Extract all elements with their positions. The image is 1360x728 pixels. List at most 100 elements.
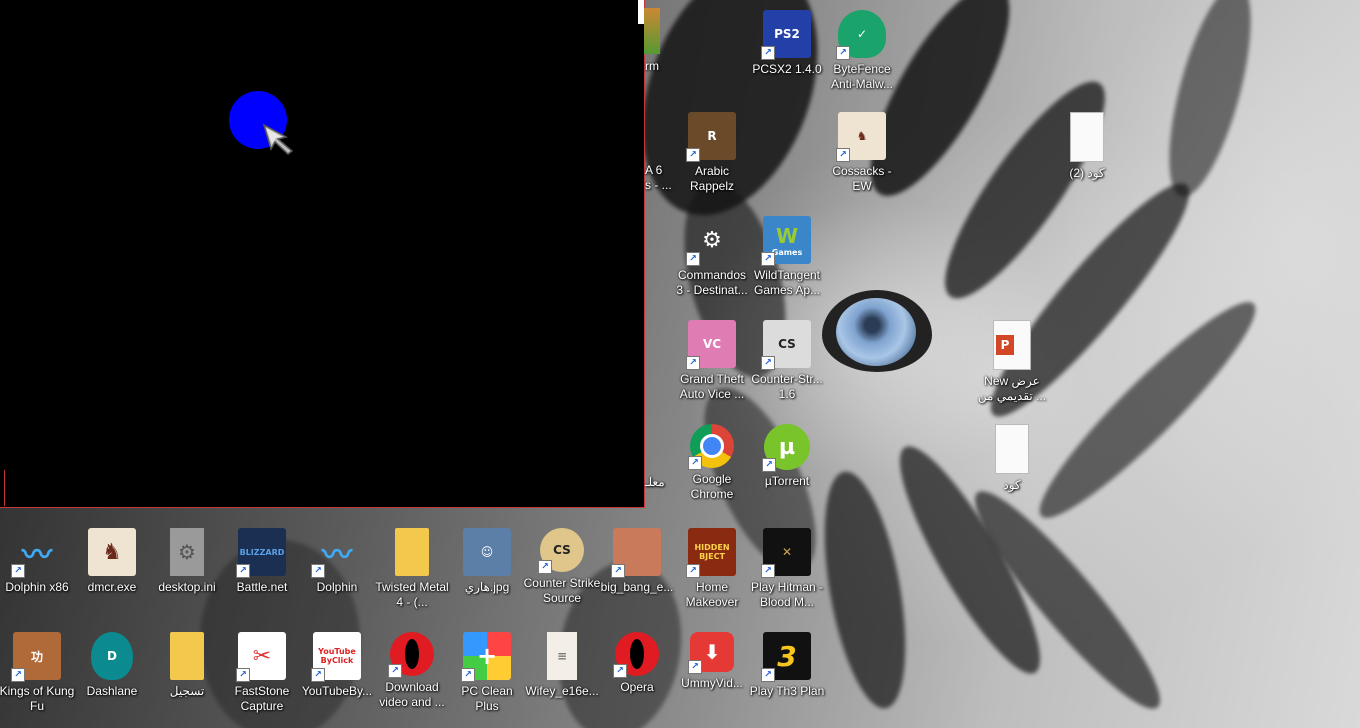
- partial-label-arabic: معلـ: [645, 475, 665, 489]
- folder-icon: [170, 632, 204, 680]
- desktop-icon-home-makeover[interactable]: HIDDEN BJECT ↗ Home Makeover: [673, 528, 751, 610]
- shortcut-arrow-icon: ↗: [686, 564, 700, 578]
- bytefence-shield-icon: ✓ ↗: [836, 10, 886, 60]
- ummy-download-icon: ⬇ ↗: [688, 632, 734, 674]
- cossacks-icon: ♞: [88, 528, 136, 576]
- desktop-icon-battle-net[interactable]: BLIZZARD ↗ Battle.net: [223, 528, 301, 595]
- shortcut-arrow-icon: ↗: [538, 560, 552, 574]
- desktop-icon-counter-strike[interactable]: CS ↗ Counter-Str... 1.6: [748, 320, 826, 402]
- counter-strike-icon: CS ↗: [761, 320, 811, 370]
- desktop-icon-opera[interactable]: ↗ Opera: [598, 632, 676, 695]
- desktop-icon-kings-of-kung-fu[interactable]: 功 ↗ Kings of Kung Fu: [0, 632, 76, 714]
- shortcut-arrow-icon: ↗: [388, 664, 402, 678]
- shortcut-arrow-icon: ↗: [613, 664, 627, 678]
- tiger-eye: [822, 290, 932, 372]
- shortcut-arrow-icon: ↗: [688, 456, 702, 470]
- dolphin-icon: 〰 ↗: [311, 528, 361, 578]
- shortcut-arrow-icon: ↗: [236, 564, 250, 578]
- kung-fu-icon: 功 ↗: [11, 632, 61, 682]
- desktop-icon-tasjeel-folder[interactable]: تسجيل: [148, 632, 226, 699]
- pcsx2-icon: PS2 ↗: [761, 10, 811, 60]
- shortcut-arrow-icon: ↗: [686, 148, 700, 162]
- shortcut-arrow-icon: ↗: [611, 564, 625, 578]
- desktop-icon-cossacks[interactable]: ♞ ↗ Cossacks - EW: [823, 112, 901, 194]
- app-window-canvas[interactable]: [0, 0, 645, 508]
- desktop-icon-powerpoint-file[interactable]: P New عرض تقديمي من ...: [973, 320, 1051, 404]
- gta-vice-city-icon: VC ↗: [686, 320, 736, 370]
- shortcut-arrow-icon: ↗: [762, 458, 776, 472]
- shortcut-arrow-icon: ↗: [686, 356, 700, 370]
- utorrent-icon: µ ↗: [762, 424, 810, 472]
- desktop-icon-hitman[interactable]: ✕ ↗ Play Hitman - Blood M...: [748, 528, 826, 610]
- blank-file-icon: [995, 424, 1029, 474]
- desktop-icon-gta-vice-city[interactable]: VC ↗ Grand Theft Auto Vice ...: [673, 320, 751, 402]
- dolphin-icon: 〰 ↗: [11, 528, 61, 578]
- counter-strike-source-icon: CS ↗: [538, 528, 584, 574]
- shortcut-arrow-icon: ↗: [761, 46, 775, 60]
- desktop-icon-wifey[interactable]: ≡ Wifey_e16e...: [523, 632, 601, 699]
- chrome-icon: ↗: [688, 424, 734, 470]
- commandos-icon: ⚙ ↗: [686, 216, 736, 266]
- shortcut-arrow-icon: ↗: [836, 46, 850, 60]
- partial-label-s: s - ...: [645, 178, 672, 192]
- shortcut-arrow-icon: ↗: [236, 668, 250, 682]
- youtube-byclick-icon: YouTube ByClick ↗: [311, 632, 361, 682]
- th3-plan-icon: 3 ↗: [761, 632, 811, 682]
- desktop-icon-pc-clean-plus[interactable]: + ↗ PC Clean Plus: [448, 632, 526, 714]
- rappelz-icon: R ↗: [686, 112, 736, 162]
- desktop-icon-download-video[interactable]: ↗ Download video and ...: [373, 632, 451, 710]
- blank-file-icon: [1070, 112, 1104, 162]
- shortcut-arrow-icon: ↗: [311, 668, 325, 682]
- shortcut-arrow-icon: ↗: [11, 668, 25, 682]
- desktop-icon-harry-jpg[interactable]: ☺ هاري.jpg: [448, 528, 526, 595]
- desktop-icon-wildtangent[interactable]: W Games ↗ WildTangent Games Ap...: [748, 216, 826, 298]
- desktop-icon-ummy-video[interactable]: ⬇ ↗ UmmyVid...: [673, 632, 751, 691]
- bigbang-image-icon: ↗: [611, 528, 661, 578]
- faststone-icon: ✂ ↗: [236, 632, 286, 682]
- pc-clean-plus-icon: + ↗: [461, 632, 511, 682]
- shortcut-arrow-icon: ↗: [686, 252, 700, 266]
- shortcut-arrow-icon: ↗: [461, 668, 475, 682]
- folder-icon: [395, 528, 429, 576]
- shortcut-arrow-icon: ↗: [836, 148, 850, 162]
- desktop-icon-desktop-ini[interactable]: ⚙ desktop.ini: [148, 528, 226, 595]
- desktop-icon-youtube-byclick[interactable]: YouTube ByClick ↗ YouTubeBy...: [298, 632, 376, 699]
- desktop-icon-dolphin[interactable]: 〰 ↗ Dolphin: [298, 528, 376, 595]
- desktop-icon-utorrent[interactable]: µ ↗ µTorrent: [748, 424, 826, 489]
- shortcut-arrow-icon: ↗: [688, 660, 702, 674]
- desktop-icon-dashlane[interactable]: D Dashlane: [73, 632, 151, 699]
- desktop-icon-big-bang[interactable]: ↗ big_bang_e...: [598, 528, 676, 595]
- desktop-icon-google-chrome[interactable]: ↗ Google Chrome: [673, 424, 751, 502]
- cossacks-icon: ♞ ↗: [836, 112, 886, 162]
- hitman-icon: ✕ ↗: [761, 528, 811, 578]
- shortcut-arrow-icon: ↗: [11, 564, 25, 578]
- wildtangent-icon: W Games ↗: [761, 216, 811, 266]
- desktop-icon-dmcr-exe[interactable]: ♞ dmcr.exe: [73, 528, 151, 595]
- desktop-icon-pcsx2[interactable]: PS2 ↗ PCSX2 1.4.0: [748, 10, 826, 77]
- partial-label-rm: rm: [645, 59, 659, 73]
- desktop-icon-th3-plan[interactable]: 3 ↗ Play Th3 Plan: [748, 632, 826, 699]
- shortcut-arrow-icon: ↗: [311, 564, 325, 578]
- hidden-object-icon: HIDDEN BJECT ↗: [686, 528, 736, 578]
- shortcut-arrow-icon: ↗: [761, 252, 775, 266]
- desktop-icon-commandos[interactable]: ⚙ ↗ Commandos 3 - Destinat...: [673, 216, 751, 298]
- partial-icon: [644, 8, 660, 54]
- battlenet-icon: BLIZZARD ↗: [236, 528, 286, 578]
- desktop-icon-twisted-metal-folder[interactable]: Twisted Metal 4 - (...: [373, 528, 451, 610]
- partial-label-a6: A 6: [645, 163, 663, 177]
- shortcut-arrow-icon: ↗: [761, 564, 775, 578]
- opera-icon: ↗: [613, 632, 659, 678]
- dashlane-icon: D: [91, 632, 133, 680]
- mouse-cursor-icon: [262, 123, 294, 155]
- gear-file-icon: ⚙: [170, 528, 204, 576]
- shortcut-arrow-icon: ↗: [761, 356, 775, 370]
- opera-icon: ↗: [388, 632, 434, 678]
- desktop-icon-counter-strike-source[interactable]: CS ↗ Counter Strike Source: [523, 528, 601, 606]
- desktop-icon-bytefence[interactable]: ✓ ↗ ByteFence Anti-Malw...: [823, 10, 901, 92]
- desktop-icon-dolphin-x86[interactable]: 〰 ↗ Dolphin x86: [0, 528, 76, 595]
- desktop-icon-arabic-rappelz[interactable]: R ↗ Arabic Rappelz: [673, 112, 751, 194]
- desktop-icon-faststone-capture[interactable]: ✂ ↗ FastStone Capture: [223, 632, 301, 714]
- desktop-icon-file-kod[interactable]: كود: [973, 424, 1051, 493]
- powerpoint-file-icon: P: [993, 320, 1031, 370]
- desktop-icon-file-kod-2[interactable]: (2) كود: [1048, 112, 1126, 181]
